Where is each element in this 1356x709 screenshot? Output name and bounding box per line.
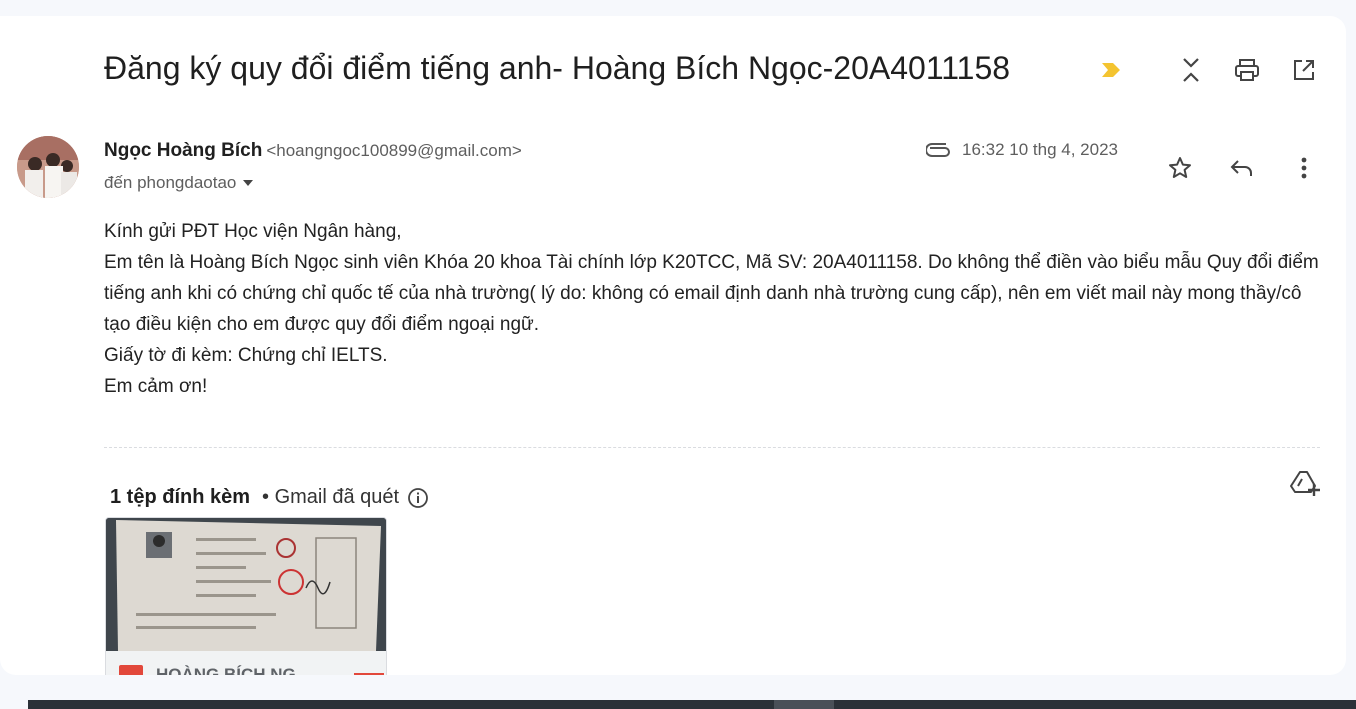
email-view: Đăng ký quy đổi điểm tiếng anh- Hoàng Bí… — [0, 16, 1346, 675]
email-date: 16:32 10 thg 4, 2023 — [962, 140, 1118, 159]
add-to-drive-icon[interactable] — [1289, 467, 1321, 499]
body-paragraph: Kính gửi PĐT Học viện Ngân hàng, — [104, 221, 402, 242]
collapse-all-icon[interactable] — [1177, 56, 1205, 84]
star-icon[interactable] — [1166, 154, 1194, 182]
open-in-new-window-icon[interactable] — [1290, 56, 1318, 84]
attachment-preview — [106, 518, 386, 651]
recipient-details-toggle[interactable]: đến phongdaotao — [104, 173, 254, 193]
avatar[interactable] — [17, 136, 79, 198]
sender-email: <hoangngoc100899@gmail.com> — [266, 141, 522, 160]
taskbar-thumb[interactable] — [774, 700, 834, 709]
divider — [104, 447, 1320, 448]
body-paragraph: Em cảm ơn! — [104, 376, 208, 397]
info-icon[interactable] — [407, 487, 429, 509]
sender-line: Ngọc Hoàng Bích <hoangngoc100899@gmail.co… — [104, 140, 522, 162]
attachment-count: 1 tệp đính kèm — [110, 486, 251, 508]
reply-icon[interactable] — [1228, 154, 1256, 182]
pdf-icon — [354, 673, 384, 675]
importance-marker-icon[interactable] — [1100, 62, 1122, 83]
pdf-icon — [119, 665, 143, 675]
sender-name[interactable]: Ngọc Hoàng Bích — [104, 140, 262, 161]
email-subject: Đăng ký quy đổi điểm tiếng anh- Hoàng Bí… — [104, 50, 1011, 86]
chevron-down-icon — [243, 180, 254, 186]
attachments-header: 1 tệp đính kèm • Gmail đã quét — [110, 486, 429, 509]
paperclip-icon — [926, 143, 950, 157]
taskbar — [28, 700, 1356, 709]
email-meta: 16:32 10 thg 4, 2023 — [926, 140, 1118, 160]
email-body: Kính gửi PĐT Học viện Ngân hàng, Em tên … — [104, 216, 1324, 402]
attachment-file-name: HOÀNG BÍCH NG — [156, 665, 296, 675]
body-paragraph: Giấy tờ đi kèm: Chứng chỉ IELTS. — [104, 345, 388, 366]
scan-status: • Gmail đã quét — [262, 486, 400, 508]
more-vert-icon[interactable] — [1290, 154, 1318, 182]
attachment-footer: HOÀNG BÍCH NG — [106, 651, 386, 675]
window-edge — [1346, 0, 1356, 709]
recipient-line: đến phongdaotao — [104, 173, 237, 192]
body-paragraph: Em tên là Hoàng Bích Ngọc sinh viên Khóa… — [104, 252, 1319, 335]
attachment-card[interactable]: HOÀNG BÍCH NG — [105, 517, 387, 675]
print-icon[interactable] — [1233, 56, 1261, 84]
